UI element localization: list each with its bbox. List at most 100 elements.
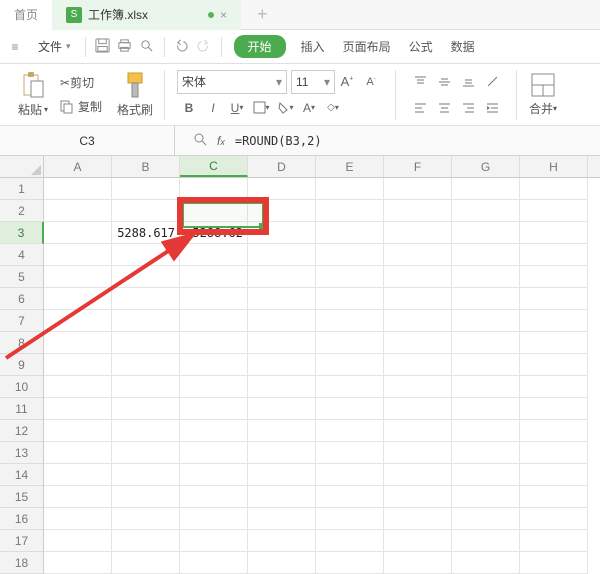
row-header-11[interactable]: 11: [0, 398, 44, 420]
cell-H17[interactable]: [520, 530, 588, 552]
align-right-button[interactable]: [456, 96, 480, 120]
cell-G9[interactable]: [452, 354, 520, 376]
cell-H5[interactable]: [520, 266, 588, 288]
cell-B7[interactable]: [112, 310, 180, 332]
cell-C12[interactable]: [180, 420, 248, 442]
column-header-E[interactable]: E: [316, 156, 384, 177]
row-header-15[interactable]: 15: [0, 486, 44, 508]
cell-G1[interactable]: [452, 178, 520, 200]
tab-data[interactable]: 数据: [442, 38, 484, 55]
row-header-9[interactable]: 9: [0, 354, 44, 376]
increase-font-button[interactable]: A+: [335, 70, 359, 94]
cell-A14[interactable]: [44, 464, 112, 486]
row-header-6[interactable]: 6: [0, 288, 44, 310]
font-name-select[interactable]: 宋体 ▾: [177, 70, 287, 94]
row-header-4[interactable]: 4: [0, 244, 44, 266]
cell-D10[interactable]: [248, 376, 316, 398]
cell-A11[interactable]: [44, 398, 112, 420]
name-box[interactable]: C3: [0, 126, 175, 156]
cell-D3[interactable]: [248, 222, 316, 244]
cell-E18[interactable]: [316, 552, 384, 574]
cell-F16[interactable]: [384, 508, 452, 530]
tab-close-button[interactable]: ×: [220, 8, 227, 22]
cell-A15[interactable]: [44, 486, 112, 508]
row-header-8[interactable]: 8: [0, 332, 44, 354]
cell-C7[interactable]: [180, 310, 248, 332]
cell-B15[interactable]: [112, 486, 180, 508]
cell-A13[interactable]: [44, 442, 112, 464]
new-tab-button[interactable]: +: [241, 0, 284, 30]
cell-D9[interactable]: [248, 354, 316, 376]
cell-C16[interactable]: [180, 508, 248, 530]
cell-F7[interactable]: [384, 310, 452, 332]
cell-D17[interactable]: [248, 530, 316, 552]
tab-start[interactable]: 开始: [234, 35, 286, 58]
cell-B10[interactable]: [112, 376, 180, 398]
row-header-13[interactable]: 13: [0, 442, 44, 464]
cell-E8[interactable]: [316, 332, 384, 354]
cell-A2[interactable]: [44, 200, 112, 222]
cell-E12[interactable]: [316, 420, 384, 442]
cell-F14[interactable]: [384, 464, 452, 486]
cell-C10[interactable]: [180, 376, 248, 398]
cell-D12[interactable]: [248, 420, 316, 442]
formula-bar[interactable]: =ROUND(B3,2): [235, 134, 322, 148]
column-header-G[interactable]: G: [452, 156, 520, 177]
cell-H8[interactable]: [520, 332, 588, 354]
italic-button[interactable]: I: [201, 96, 225, 120]
cell-B12[interactable]: [112, 420, 180, 442]
spreadsheet-grid[interactable]: ABCDEFGH1235288.6175288.6245678910111213…: [0, 156, 600, 574]
cell-E4[interactable]: [316, 244, 384, 266]
cell-D15[interactable]: [248, 486, 316, 508]
cell-F18[interactable]: [384, 552, 452, 574]
cell-A1[interactable]: [44, 178, 112, 200]
indent-button[interactable]: [480, 96, 504, 120]
cell-C4[interactable]: [180, 244, 248, 266]
cell-D11[interactable]: [248, 398, 316, 420]
cell-G5[interactable]: [452, 266, 520, 288]
cell-D13[interactable]: [248, 442, 316, 464]
cell-H3[interactable]: [520, 222, 588, 244]
cell-B9[interactable]: [112, 354, 180, 376]
align-bottom-button[interactable]: [456, 70, 480, 94]
tab-page-layout[interactable]: 页面布局: [334, 38, 400, 55]
cell-D1[interactable]: [248, 178, 316, 200]
row-header-14[interactable]: 14: [0, 464, 44, 486]
column-header-D[interactable]: D: [248, 156, 316, 177]
row-header-5[interactable]: 5: [0, 266, 44, 288]
cell-C9[interactable]: [180, 354, 248, 376]
row-header-2[interactable]: 2: [0, 200, 44, 222]
cell-D16[interactable]: [248, 508, 316, 530]
cell-H18[interactable]: [520, 552, 588, 574]
cell-A12[interactable]: [44, 420, 112, 442]
align-middle-button[interactable]: [432, 70, 456, 94]
cell-A5[interactable]: [44, 266, 112, 288]
cell-F15[interactable]: [384, 486, 452, 508]
print-icon[interactable]: [114, 38, 136, 56]
cell-E9[interactable]: [316, 354, 384, 376]
format-painter-button[interactable]: 格式刷: [112, 64, 158, 125]
select-all-corner[interactable]: [0, 156, 44, 177]
merge-button[interactable]: 合并▾: [523, 64, 563, 125]
column-header-H[interactable]: H: [520, 156, 588, 177]
cell-F6[interactable]: [384, 288, 452, 310]
cell-F2[interactable]: [384, 200, 452, 222]
cell-H10[interactable]: [520, 376, 588, 398]
tab-home[interactable]: 首页: [0, 0, 52, 30]
cell-E13[interactable]: [316, 442, 384, 464]
align-left-button[interactable]: [408, 96, 432, 120]
column-header-C[interactable]: C: [180, 156, 248, 177]
align-top-button[interactable]: [408, 70, 432, 94]
cell-H1[interactable]: [520, 178, 588, 200]
cell-A3[interactable]: [44, 222, 112, 244]
tab-insert[interactable]: 插入: [292, 38, 334, 55]
cell-F3[interactable]: [384, 222, 452, 244]
cell-B1[interactable]: [112, 178, 180, 200]
cell-B14[interactable]: [112, 464, 180, 486]
cell-H15[interactable]: [520, 486, 588, 508]
font-size-select[interactable]: 11 ▾: [291, 70, 335, 94]
cell-B8[interactable]: [112, 332, 180, 354]
paste-button[interactable]: 粘贴▾: [10, 64, 56, 125]
cell-A8[interactable]: [44, 332, 112, 354]
copy-button[interactable]: 复制: [56, 95, 106, 119]
